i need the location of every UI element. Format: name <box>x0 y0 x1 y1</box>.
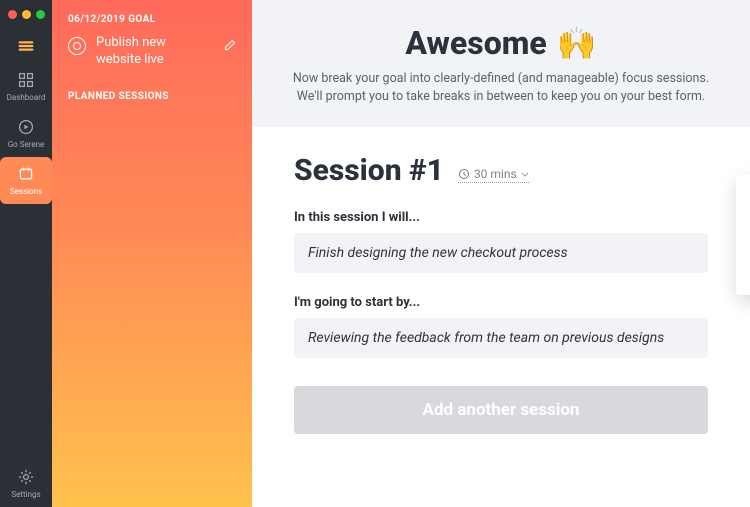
gear-icon <box>17 468 35 486</box>
duration-option[interactable]: 30 mins <box>736 208 750 235</box>
nav-label: Sessions <box>10 187 42 196</box>
sessions-icon <box>17 165 35 183</box>
logo[interactable] <box>0 29 52 63</box>
goal-row[interactable]: Publish new website live <box>68 35 236 69</box>
main-panel: Awesome 🙌 Now break your goal into clear… <box>252 0 750 507</box>
nav-label: Dashboard <box>7 93 46 102</box>
nav-go-serene[interactable]: Go Serene <box>0 110 52 157</box>
session-start-input[interactable] <box>294 318 708 358</box>
minimize-window-icon[interactable] <box>22 10 31 19</box>
nav-sessions[interactable]: Sessions <box>0 157 52 204</box>
session-title: Session #1 <box>294 153 444 188</box>
window-controls <box>0 6 45 29</box>
hero-title: Awesome 🙌 <box>405 24 596 62</box>
field1-label: In this session I will... <box>294 210 708 225</box>
logo-icon <box>17 37 35 55</box>
duration-selector[interactable]: 30 mins <box>458 167 529 183</box>
duration-option[interactable]: 60 mins <box>736 262 750 289</box>
goal-date-header: 06/12/2019 GOAL <box>68 14 236 25</box>
add-session-button[interactable]: Add another session <box>294 386 708 434</box>
sidebar: 06/12/2019 GOAL Publish new website live… <box>52 0 252 507</box>
maximize-window-icon[interactable] <box>36 10 45 19</box>
session-goal-input[interactable] <box>294 233 708 273</box>
target-icon <box>68 37 86 55</box>
hero-subtitle: Now break your goal into clearly-defined… <box>291 70 711 105</box>
planned-sessions-header: PLANNED SESSIONS <box>68 91 236 102</box>
dashboard-icon <box>17 71 35 89</box>
duration-dropdown: 20 mins 30 mins 45 mins 60 mins <box>736 175 750 295</box>
nav-dashboard[interactable]: Dashboard <box>0 63 52 110</box>
nav-settings[interactable]: Settings <box>0 460 52 507</box>
nav-label: Go Serene <box>8 140 45 149</box>
nav-rail: Dashboard Go Serene Sessions Settings <box>0 0 52 507</box>
duration-option[interactable]: 45 mins <box>736 235 750 262</box>
edit-goal-icon[interactable] <box>224 39 236 54</box>
hands-emoji-icon: 🙌 <box>557 24 597 62</box>
chevron-down-icon <box>521 172 529 177</box>
duration-value: 30 mins <box>474 167 517 181</box>
close-window-icon[interactable] <box>8 10 17 19</box>
nav-label: Settings <box>11 490 40 499</box>
session-form: Session #1 30 mins In this session I wil… <box>252 127 750 460</box>
field2-label: I'm going to start by... <box>294 295 708 310</box>
hero-banner: Awesome 🙌 Now break your goal into clear… <box>252 0 750 127</box>
play-icon <box>17 118 35 136</box>
goal-text: Publish new website live <box>96 35 210 69</box>
duration-option[interactable]: 20 mins <box>736 181 750 208</box>
